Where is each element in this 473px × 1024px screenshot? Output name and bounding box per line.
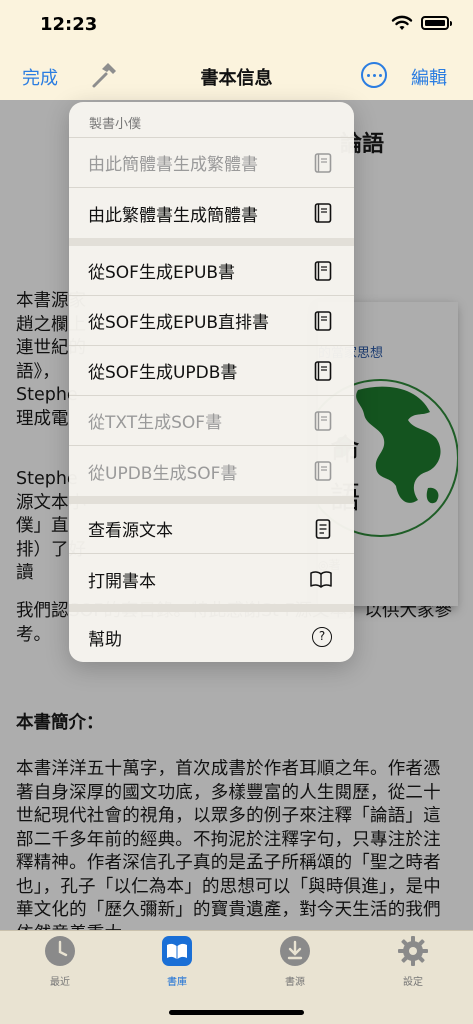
- tab-recent[interactable]: 最近: [20, 935, 100, 988]
- menu-item-view-source-text[interactable]: 查看源文本: [69, 504, 354, 554]
- book-icon: [314, 152, 332, 173]
- home-indicator: [169, 1010, 304, 1015]
- book-icon: [314, 310, 332, 331]
- menu-item-label: 從SOF生成UPDB書: [88, 363, 238, 383]
- menu-item-sof-to-epub-vertical[interactable]: 從SOF生成EPUB直排書: [69, 296, 354, 346]
- book-icon: [314, 203, 332, 223]
- book-icon: [314, 260, 332, 281]
- document-icon: [315, 518, 331, 539]
- menu-separator: [69, 238, 354, 246]
- tab-label: 最近: [50, 977, 70, 988]
- menu-item-label: 查看源文本: [88, 521, 173, 541]
- status-bar: 12:23: [0, 0, 473, 52]
- edit-button[interactable]: 編輯: [411, 64, 447, 90]
- done-button[interactable]: 完成: [22, 64, 58, 90]
- nav-bar: 完成 書本信息 編輯: [0, 52, 473, 100]
- menu-item-label: 由此簡體書生成繁體書: [88, 155, 258, 175]
- tab-label: 書源: [285, 977, 305, 988]
- tab-label: 設定: [403, 977, 423, 988]
- download-icon: [280, 936, 310, 966]
- more-dot: [378, 73, 382, 77]
- menu-separator: [69, 604, 354, 612]
- library-book-icon: [162, 936, 192, 966]
- more-dot: [372, 73, 376, 77]
- tab-settings[interactable]: 設定: [373, 935, 453, 988]
- wifi-icon: [391, 15, 413, 30]
- hammer-icon[interactable]: [88, 60, 120, 92]
- menu-item-label: 從TXT生成SOF書: [88, 413, 223, 433]
- tab-sources[interactable]: 書源: [255, 935, 335, 988]
- menu-item-sof-to-updb[interactable]: 從SOF生成UPDB書: [69, 346, 354, 396]
- menu-item-label: 幫助: [88, 629, 122, 650]
- menu-item-txt-to-sof[interactable]: 從TXT生成SOF書: [69, 396, 354, 446]
- more-options-button[interactable]: [361, 62, 387, 88]
- menu-item-label: 打開書本: [88, 571, 156, 592]
- tab-library[interactable]: 書庫: [137, 935, 217, 988]
- menu-item-label: 從SOF生成EPUB直排書: [88, 313, 270, 333]
- menu-item-simplified-to-traditional[interactable]: 由此簡體書生成繁體書: [69, 138, 354, 188]
- book-icon: [314, 461, 332, 481]
- menu-item-traditional-to-simplified[interactable]: 由此繁體書生成簡體書: [69, 188, 354, 238]
- menu-item-label: 從UPDB生成SOF書: [88, 463, 238, 484]
- menu-item-label: 由此繁體書生成簡體書: [88, 205, 258, 226]
- book-icon: [314, 360, 332, 381]
- menu-item-sof-to-epub[interactable]: 從SOF生成EPUB書: [69, 246, 354, 296]
- menu-item-open-book[interactable]: 打開書本: [69, 554, 354, 604]
- tab-label: 書庫: [167, 977, 187, 988]
- page-title: 書本信息: [200, 68, 273, 89]
- status-icons: [391, 14, 452, 32]
- clock-icon: [45, 936, 75, 966]
- battery-icon: [421, 16, 452, 30]
- more-dot: [366, 73, 370, 77]
- question-circle-icon: ?: [312, 627, 332, 647]
- menu-item-updb-to-sof[interactable]: 從UPDB生成SOF書: [69, 446, 354, 496]
- book-icon: [314, 410, 332, 431]
- menu-separator: [69, 496, 354, 504]
- book-maker-menu: 製書小僕 由此簡體書生成繁體書 由此繁體書生成簡體書 從SOF生成EPUB書 從…: [69, 102, 354, 662]
- menu-header: 製書小僕: [69, 102, 354, 138]
- menu-item-help[interactable]: 幫助 ?: [69, 612, 354, 662]
- menu-item-label: 從SOF生成EPUB書: [88, 263, 236, 283]
- gear-icon: [398, 936, 428, 966]
- open-book-icon: [310, 571, 332, 588]
- status-time: 12:23: [40, 14, 98, 35]
